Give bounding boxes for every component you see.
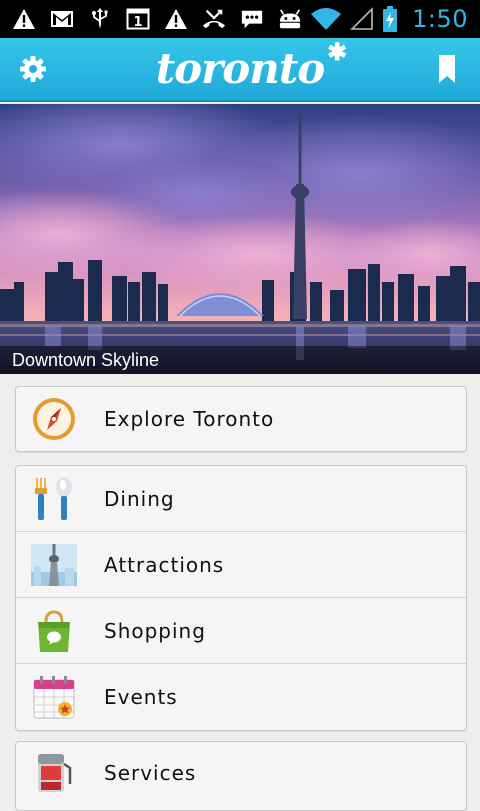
menu-item-label: Shopping: [104, 618, 206, 643]
logo-text: toronto: [155, 44, 326, 93]
system-status: 1:50: [310, 5, 468, 33]
services-card: Services: [15, 741, 467, 811]
calendar-day: 1: [133, 15, 142, 30]
notification-icons: 1: [12, 7, 310, 31]
menu-item-dining[interactable]: Dining: [16, 466, 466, 532]
app-bar: toronto ✱: [0, 38, 480, 102]
menu-item-label: Events: [104, 685, 178, 709]
hero-image[interactable]: Downtown Skyline: [0, 104, 480, 374]
chat-icon: [240, 7, 264, 31]
cn-tower-icon: [30, 541, 78, 589]
menu-list: Explore Toronto Dining Attractions Shopp…: [0, 374, 480, 811]
status-bar: 1 1:50: [0, 0, 480, 38]
skyline-photo: [0, 104, 480, 374]
hero-caption: Downtown Skyline: [0, 346, 480, 374]
menu-item-attractions[interactable]: Attractions: [16, 532, 466, 598]
explore-card: Explore Toronto: [15, 386, 467, 452]
battery-icon: [382, 6, 398, 32]
warning-icon: [164, 7, 188, 31]
menu-item-label: Explore Toronto: [104, 407, 275, 431]
calendar-icon: [30, 673, 78, 721]
warning-icon: [12, 7, 36, 31]
missed-call-icon: [202, 7, 226, 31]
menu-item-events[interactable]: Events: [16, 664, 466, 730]
menu-item-explore[interactable]: Explore Toronto: [16, 387, 466, 451]
gas-pump-icon: [30, 749, 78, 797]
signal-icon: [350, 7, 374, 31]
clock: 1:50: [412, 5, 468, 33]
menu-item-label: Dining: [104, 486, 175, 511]
gmail-icon: [50, 7, 74, 31]
android-icon: [278, 7, 302, 31]
app-logo: toronto ✱: [156, 40, 348, 90]
categories-card: Dining Attractions Shopping Events: [15, 465, 467, 731]
menu-item-label: Services: [104, 761, 197, 785]
gear-icon[interactable]: [18, 54, 48, 84]
usb-icon: [88, 7, 112, 31]
maple-leaf-icon: ✱: [327, 37, 347, 66]
shopping-bag-icon: [30, 607, 78, 655]
wifi-icon: [310, 7, 342, 31]
fork-spoon-icon: [30, 475, 78, 523]
bookmark-icon[interactable]: [432, 53, 462, 85]
compass-icon: [30, 395, 78, 443]
menu-item-services[interactable]: Services: [16, 742, 466, 804]
menu-item-label: Attractions: [104, 552, 225, 577]
menu-item-shopping[interactable]: Shopping: [16, 598, 466, 664]
calendar-icon: 1: [126, 7, 150, 31]
